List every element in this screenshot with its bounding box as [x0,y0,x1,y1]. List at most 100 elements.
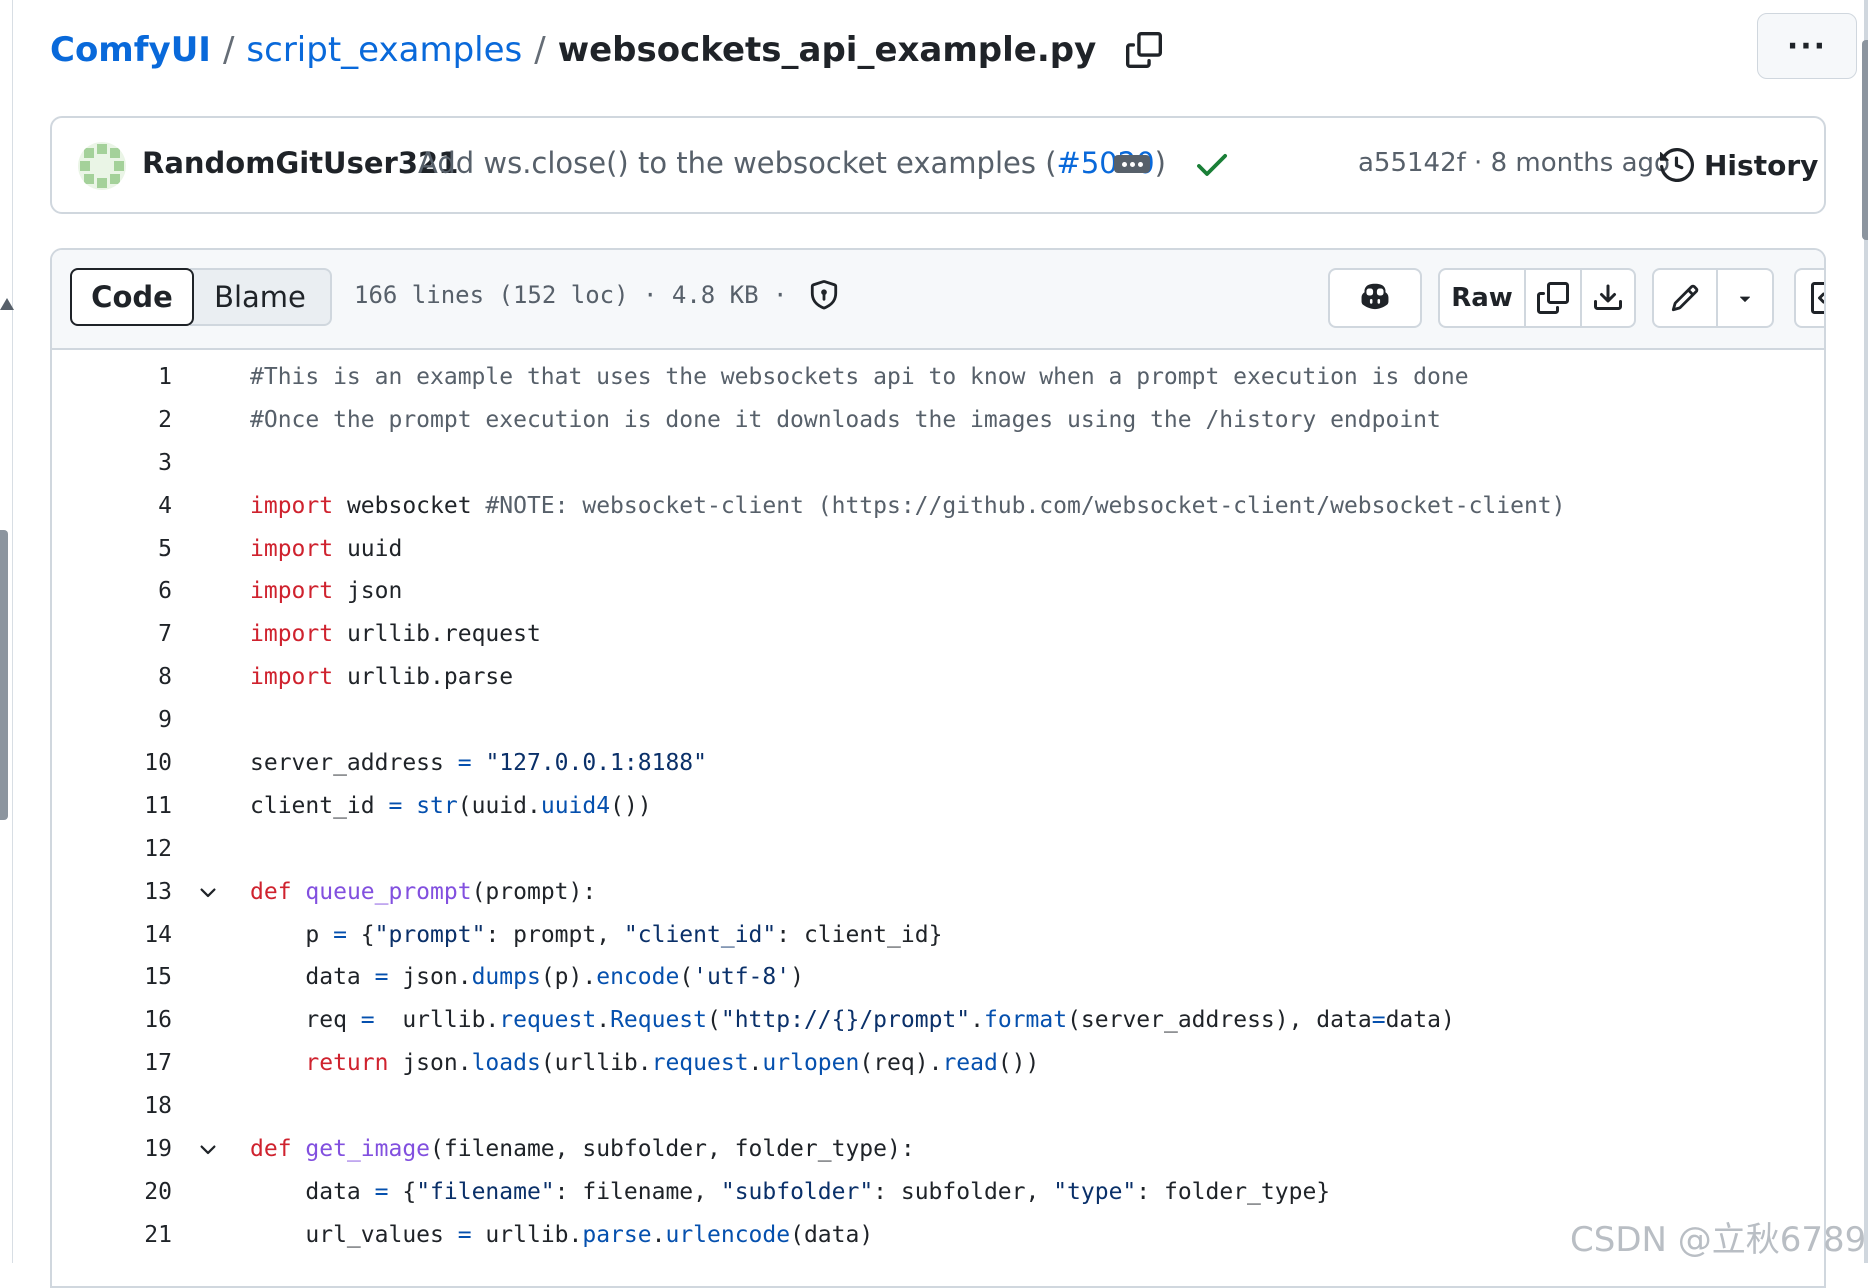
line-number[interactable]: 1 [52,364,172,390]
code-line: 6 import json [52,572,1824,615]
code-text: req = urllib.request.Request("http://{}/… [250,1007,1455,1034]
code-token: parse [582,1221,652,1248]
code-token: get_image [305,1136,431,1163]
commit-sha-and-date[interactable]: a55142f · 8 months ago [1358,148,1670,178]
code-token: . [651,1221,666,1248]
code-line: 7 import urllib.request [52,615,1824,658]
tab-code[interactable]: Code [70,268,194,326]
line-number[interactable]: 15 [52,964,172,990]
copy-path-button[interactable] [1124,30,1164,70]
breadcrumb-file-name: websockets_api_example.py [557,30,1097,70]
code-line: 3 [52,444,1824,487]
code-token: : folder_type} [1136,1178,1331,1205]
code-line: 19 def get_image(filename, subfolder, fol… [52,1130,1824,1173]
line-number[interactable]: 12 [52,836,172,862]
line-number[interactable]: 18 [52,1093,172,1119]
code-token: data) [1385,1007,1455,1034]
line-number[interactable]: 19 [52,1136,172,1162]
edit-dropdown-button[interactable] [1716,270,1772,326]
line-number[interactable]: 8 [52,664,172,690]
line-number[interactable]: 10 [52,750,172,776]
code-line: 18 [52,1087,1824,1130]
code-line: 21 url_values = urllib.parse.urlencode(d… [52,1216,1824,1259]
code-token: req [250,1007,361,1034]
code-line: 1 #This is an example that uses the webso… [52,358,1824,401]
edit-file-button[interactable] [1654,270,1716,326]
code-token: : client_id} [776,921,943,948]
code-token: ( [707,1007,721,1034]
code-text: #This is an example that uses the websoc… [250,364,1469,390]
line-number[interactable]: 6 [52,578,172,604]
watermark: CSDN @立秋6789 [1570,1220,1867,1260]
line-number[interactable]: 14 [52,922,172,948]
code-token: (filename, subfolder, folder_type): [430,1136,915,1163]
code-token: = [374,1178,389,1205]
line-number[interactable]: 21 [52,1222,172,1248]
code-token: request [651,1050,749,1077]
code-token: import [250,492,334,519]
breadcrumb-folder-link[interactable]: script_examples [246,30,522,70]
history-button[interactable]: History [1660,140,1818,190]
copy-raw-button[interactable] [1524,270,1580,326]
file-viewer: Code Blame 166 lines (152 loc) · 4.8 KB … [50,248,1826,1288]
latest-commit-bar: RandomGitUser321 Add ws.close() to the w… [50,116,1826,214]
line-number[interactable]: 7 [52,621,172,647]
commit-message-text: Add ws.close() to the websocket examples… [418,146,1057,180]
code-line: 11 client_id = str(uuid.uuid4()) [52,787,1824,830]
code-token: str [416,792,458,819]
chevron-down-icon[interactable] [196,1138,220,1162]
code-token: (data) [790,1221,874,1248]
line-number[interactable]: 5 [52,536,172,562]
history-icon [1660,148,1694,182]
code-text: data = {"filename": filename, "subfolder… [250,1179,1330,1205]
code-token: read [942,1050,998,1077]
code-listing: 1 #This is an example that uses the webso… [52,358,1824,1259]
line-number[interactable]: 2 [52,407,172,433]
code-token: urllib. [374,1007,500,1034]
code-token: (req). [859,1050,943,1077]
line-number[interactable]: 17 [52,1050,172,1076]
code-token: def [250,878,292,905]
check-icon[interactable] [1192,144,1232,184]
code-text: #Once the prompt execution is done it do… [250,407,1441,433]
line-number[interactable]: 4 [52,493,172,519]
line-number[interactable]: 3 [52,450,172,476]
code-token: = [374,964,389,991]
code-token: . [970,1007,984,1034]
code-token: = [360,1007,375,1034]
line-number[interactable]: 13 [52,879,172,905]
code-text: server_address = "127.0.0.1:8188" [250,750,707,776]
code-token: . [748,1050,763,1077]
breadcrumb-repo-link[interactable]: ComfyUI [50,30,211,70]
symbols-panel-button[interactable] [1794,268,1824,328]
line-number[interactable]: 20 [52,1179,172,1205]
code-token: (p). [540,964,597,991]
code-token: server_address [250,750,458,777]
raw-button[interactable]: Raw [1440,270,1524,326]
left-scrollbar[interactable] [0,530,8,820]
code-token: "prompt" [374,921,486,948]
commit-author-link[interactable]: RandomGitUser321 [142,146,458,180]
code-token: urlencode [665,1221,791,1248]
chevron-down-icon[interactable] [196,881,220,905]
code-token: uuid4 [540,792,611,819]
download-button[interactable] [1580,270,1634,326]
tab-blame[interactable]: Blame [190,268,332,326]
code-token: request [499,1007,597,1034]
triangle-down-icon [1739,296,1751,302]
page-scrollbar[interactable] [1862,40,1868,240]
line-number[interactable]: 11 [52,793,172,819]
line-number[interactable]: 9 [52,707,172,733]
breadcrumb: ComfyUI / script_examples / websockets_a… [50,26,1164,74]
code-token: #NOTE: websocket-client (https://github.… [485,492,1566,519]
security-button[interactable] [809,280,839,310]
avatar[interactable] [78,142,126,190]
code-line: 12 [52,830,1824,873]
line-number[interactable]: 16 [52,1007,172,1033]
expand-commit-message-button[interactable] [1114,155,1150,173]
commit-message[interactable]: Add ws.close() to the websocket examples… [418,146,1166,180]
code-token: (urllib. [540,1050,652,1077]
more-options-button[interactable]: ··· [1757,13,1857,79]
copilot-button[interactable] [1328,268,1422,328]
